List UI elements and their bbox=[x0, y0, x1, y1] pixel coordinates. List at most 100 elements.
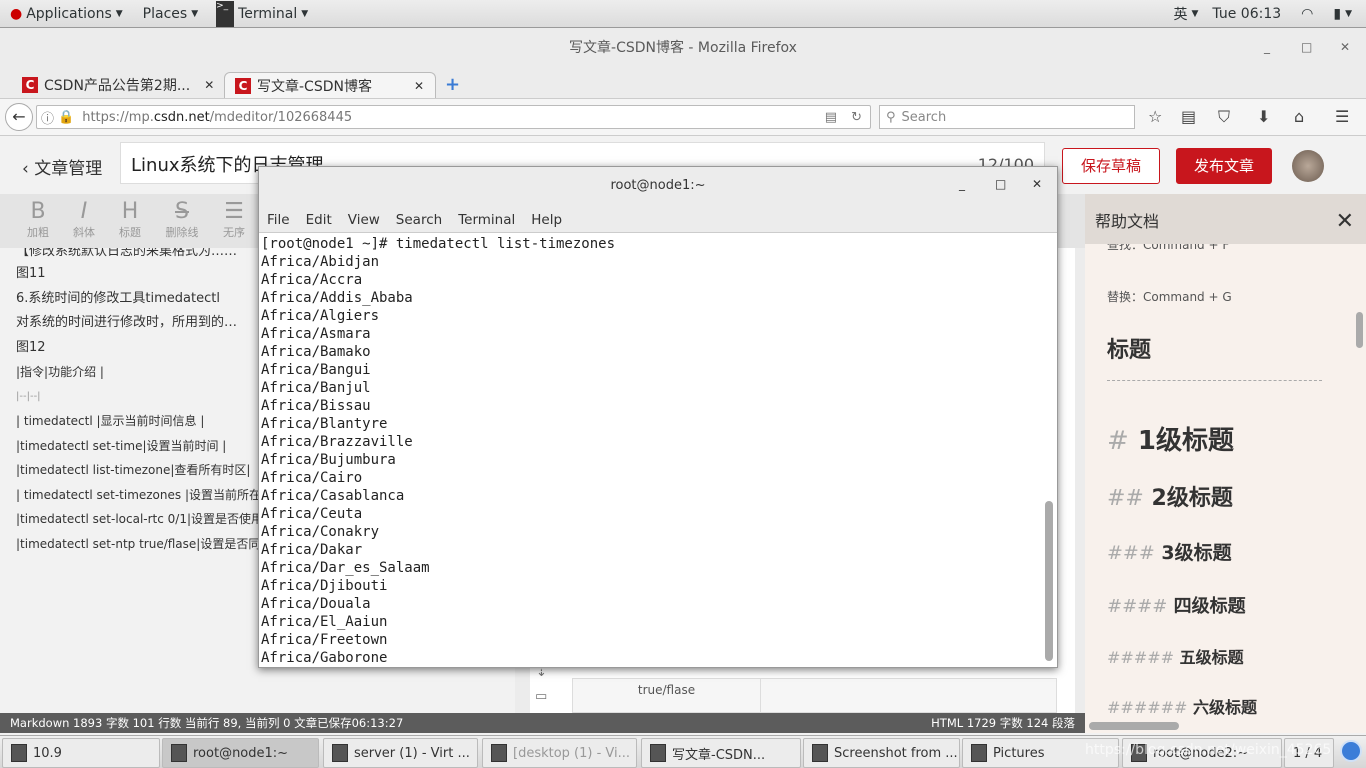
terminal-line: Africa/Algiers bbox=[261, 308, 380, 324]
download-icon[interactable]: ⬇ bbox=[1257, 107, 1270, 126]
home-icon[interactable]: ⌂ bbox=[1294, 107, 1304, 126]
bold-button[interactable]: B 加粗 bbox=[16, 200, 60, 240]
csdn-favicon: C bbox=[235, 77, 251, 94]
new-tab-icon[interactable]: + bbox=[445, 74, 460, 95]
taskbar-item[interactable]: Screenshot from ... bbox=[803, 738, 960, 768]
redhat-icon: ● bbox=[10, 5, 23, 22]
lock-icon: 🔒 bbox=[58, 109, 75, 125]
terminal-line: Africa/Accra bbox=[261, 272, 363, 288]
bookmarks-list-icon[interactable]: ▤ bbox=[1181, 107, 1196, 126]
search-icon: ⚲ bbox=[886, 109, 896, 125]
terminal-menu-file[interactable]: File bbox=[259, 205, 298, 232]
terminal-line: Africa/Freetown bbox=[261, 632, 388, 648]
strikethrough-button[interactable]: S 删除线 bbox=[160, 200, 204, 240]
terminal-line: Africa/Bissau bbox=[261, 398, 371, 414]
places-menu[interactable]: Places ▼ bbox=[143, 6, 198, 22]
editor-status-bar: Markdown 1893 字数 101 行数 当前行 89, 当前列 0 文章… bbox=[0, 713, 1085, 733]
terminal-minimize-button[interactable]: _ bbox=[959, 177, 965, 191]
battery-icon[interactable]: ▮ ▼ bbox=[1333, 6, 1352, 22]
window-icon bbox=[812, 744, 828, 762]
terminal-app-menu[interactable]: >_ Terminal ▼ bbox=[216, 0, 308, 27]
article-management-link[interactable]: ‹ 文章管理 bbox=[22, 154, 102, 179]
terminal-window[interactable]: root@node1:~ _ □ ✕ File Edit View Search Ter… bbox=[258, 166, 1058, 668]
terminal-line: Africa/Casablanca bbox=[261, 488, 405, 504]
minimize-button[interactable]: _ bbox=[1264, 40, 1270, 54]
window-icon bbox=[11, 744, 27, 762]
tab-write-article[interactable]: C 写文章-CSDN博客 ✕ bbox=[224, 72, 436, 98]
taskbar-item[interactable]: server (1) - Virt ... bbox=[323, 738, 478, 768]
terminal-menu-edit[interactable]: Edit bbox=[298, 205, 340, 232]
italic-button[interactable]: I 斜体 bbox=[62, 200, 106, 240]
reader-view-icon[interactable]: ▤ bbox=[825, 110, 837, 125]
terminal-line: Africa/Douala bbox=[261, 596, 371, 612]
terminal-maximize-button[interactable]: □ bbox=[995, 177, 1006, 191]
notification-icon[interactable] bbox=[1340, 740, 1362, 762]
divider bbox=[1107, 380, 1322, 381]
terminal-line: Africa/Bujumbura bbox=[261, 452, 396, 468]
terminal-output[interactable]: [root@node1 ~]# timedatectl list-timezon… bbox=[261, 235, 1041, 665]
terminal-line: Africa/Abidjan bbox=[261, 254, 380, 270]
taskbar-item[interactable]: Pictures bbox=[962, 738, 1119, 768]
url-bar[interactable]: ⓘ 🔒 https://mp. csdn.net/mdeditor/10266844… bbox=[36, 105, 871, 129]
terminal-menu-search[interactable]: Search bbox=[388, 205, 450, 232]
save-draft-button[interactable]: 保存草稿 bbox=[1062, 148, 1160, 184]
help-close-icon[interactable]: ✕ bbox=[1336, 194, 1354, 250]
window-title: 写文章-CSDN博客 - Mozilla Firefox bbox=[569, 40, 797, 56]
tab-close-icon[interactable]: ✕ bbox=[414, 79, 424, 93]
terminal-scrollbar[interactable] bbox=[1045, 501, 1053, 661]
taskbar-item[interactable]: [desktop (1) - Vi... bbox=[482, 738, 637, 768]
window-list: 10.9 root@node1:~ server (1) - Virt ... [de… bbox=[0, 735, 1366, 768]
terminal-menu-terminal[interactable]: Terminal bbox=[450, 205, 523, 232]
heading-button[interactable]: H 标题 bbox=[108, 200, 152, 240]
bookmark-star-icon[interactable]: ☆ bbox=[1148, 107, 1162, 126]
terminal-line: Africa/Dakar bbox=[261, 542, 363, 558]
applications-menu[interactable]: ● Applications ▼ bbox=[10, 6, 123, 22]
maximize-button[interactable]: □ bbox=[1301, 40, 1312, 54]
terminal-line: Africa/Conakry bbox=[261, 524, 380, 540]
terminal-line: Africa/Bamako bbox=[261, 344, 371, 360]
terminal-close-button[interactable]: ✕ bbox=[1032, 177, 1042, 191]
window-icon bbox=[332, 744, 348, 762]
window-icon bbox=[650, 744, 666, 762]
info-icon[interactable]: ⓘ bbox=[41, 108, 54, 127]
unordered-list-button[interactable]: ☰ 无序 bbox=[212, 200, 256, 240]
terminal-icon: >_ bbox=[216, 0, 235, 27]
workspace-switcher[interactable]: 1 / 4 bbox=[1284, 738, 1334, 768]
terminal-line: Africa/Cairo bbox=[261, 470, 363, 486]
avatar[interactable] bbox=[1292, 150, 1324, 182]
terminal-menu-help[interactable]: Help bbox=[523, 205, 570, 232]
terminal-line: Africa/Bangui bbox=[261, 362, 371, 378]
terminal-line: Africa/Gaborone bbox=[261, 650, 388, 665]
help-hscrollbar[interactable] bbox=[1089, 722, 1179, 730]
terminal-menubar: File Edit View Search Terminal Help bbox=[259, 205, 1057, 233]
preview-toggle-icon[interactable]: ▭ bbox=[535, 689, 547, 704]
window-icon bbox=[971, 744, 987, 762]
terminal-prompt-line: [root@node1 ~]# timedatectl list-timezon… bbox=[261, 236, 616, 252]
terminal-menu-view[interactable]: View bbox=[340, 205, 388, 232]
clock[interactable]: Tue 06:13 bbox=[1212, 6, 1281, 22]
pocket-icon[interactable]: ⛉ bbox=[1218, 107, 1230, 127]
terminal-line: Africa/Djibouti bbox=[261, 578, 388, 594]
nav-bar: ← ⓘ 🔒 https://mp. csdn.net/mdeditor/102668… bbox=[0, 98, 1366, 136]
close-button[interactable]: ✕ bbox=[1340, 40, 1350, 54]
terminal-line: Africa/Asmara bbox=[261, 326, 371, 342]
terminal-line: Africa/Blantyre bbox=[261, 416, 388, 432]
terminal-line: Africa/Ceuta bbox=[261, 506, 363, 522]
csdn-favicon: C bbox=[22, 77, 38, 93]
input-method-menu[interactable]: 英 ▼ bbox=[1174, 4, 1199, 24]
taskbar-item[interactable]: root@node1:~ bbox=[162, 738, 319, 768]
gnome-top-bar: ● Applications ▼ Places ▼ >_ Terminal ▼ 英 ▼ Tu… bbox=[0, 0, 1366, 28]
help-scrollbar[interactable] bbox=[1356, 312, 1363, 348]
tab-close-icon[interactable]: ✕ bbox=[204, 78, 214, 92]
back-button[interactable]: ← bbox=[5, 103, 33, 131]
tab-csdn-announcement[interactable]: C CSDN产品公告第2期... ✕ bbox=[0, 72, 222, 98]
menu-icon[interactable]: ☰ bbox=[1335, 107, 1349, 126]
publish-button[interactable]: 发布文章 bbox=[1176, 148, 1272, 184]
taskbar-item[interactable]: root@node2:~ bbox=[1122, 738, 1282, 768]
terminal-line: Africa/Dar_es_Salaam bbox=[261, 560, 430, 576]
search-input[interactable]: ⚲ Search bbox=[879, 105, 1135, 129]
wifi-icon[interactable]: ◠ bbox=[1301, 6, 1313, 22]
taskbar-item[interactable]: 10.9 bbox=[2, 738, 160, 768]
reload-icon[interactable]: ↻ bbox=[851, 110, 862, 125]
taskbar-item[interactable]: 写文章-CSDN... bbox=[641, 738, 801, 768]
